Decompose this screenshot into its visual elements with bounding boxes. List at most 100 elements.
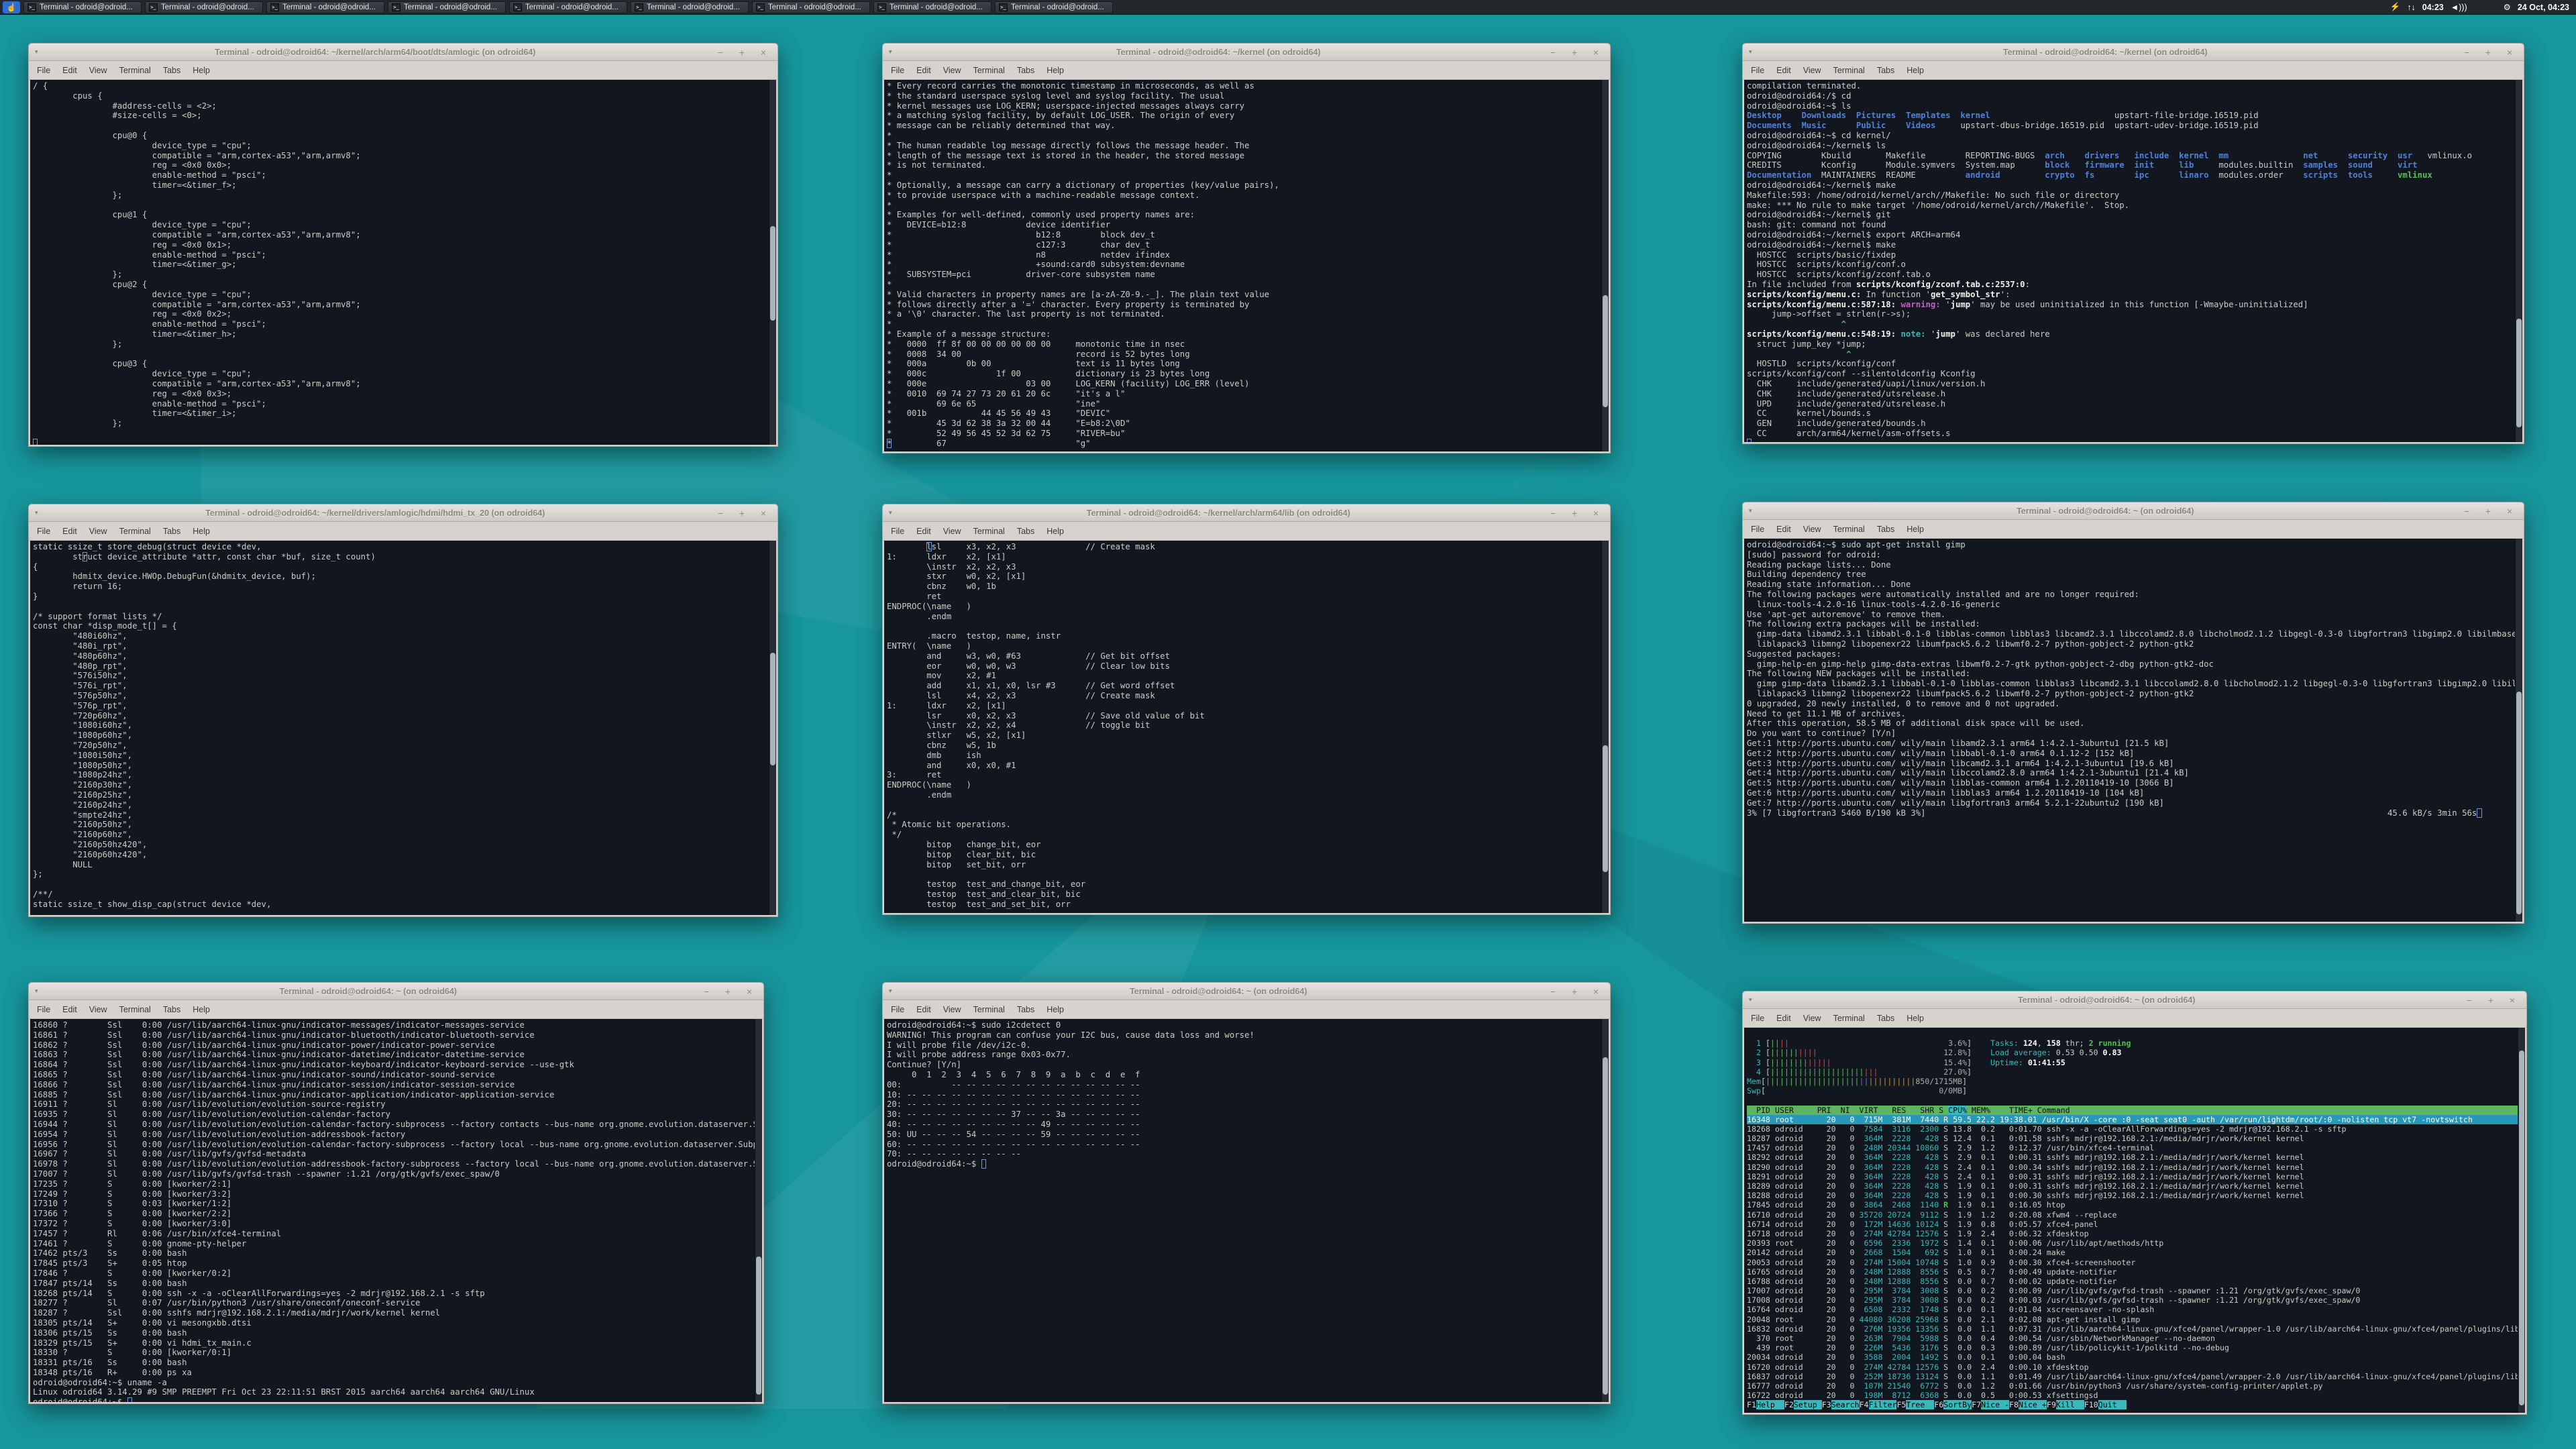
menu-tabs[interactable]: Tabs xyxy=(1011,64,1040,76)
menu-tabs[interactable]: Tabs xyxy=(1871,523,1900,535)
taskbar-button[interactable]: >_Terminal - odroid@odroid... xyxy=(266,1,384,13)
menu-terminal[interactable]: Terminal xyxy=(967,64,1011,76)
menu-help[interactable]: Help xyxy=(1900,64,1930,76)
menu-terminal[interactable]: Terminal xyxy=(113,1004,157,1016)
maximize-button[interactable]: + xyxy=(2480,47,2496,58)
maximize-button[interactable]: + xyxy=(1566,986,1582,997)
scrollbar-thumb[interactable] xyxy=(2516,692,2522,914)
volume-icon[interactable]: ◄))) xyxy=(2451,3,2467,12)
close-button[interactable]: × xyxy=(2502,506,2518,517)
menu-view[interactable]: View xyxy=(1797,64,1827,76)
scrollbar-thumb[interactable] xyxy=(770,226,775,321)
menu-edit[interactable]: Edit xyxy=(910,1004,937,1016)
scrollbar[interactable] xyxy=(755,1019,762,1402)
menu-terminal[interactable]: Terminal xyxy=(1827,1012,1871,1024)
close-button[interactable]: × xyxy=(1588,986,1604,997)
menu-view[interactable]: View xyxy=(937,1004,967,1016)
menu-help[interactable]: Help xyxy=(1900,1012,1930,1024)
scrollbar[interactable] xyxy=(2518,1028,2525,1413)
menu-tabs[interactable]: Tabs xyxy=(1871,64,1900,76)
titlebar[interactable]: ▾Terminal - odroid@odroid64: ~/kernel/ar… xyxy=(883,504,1610,522)
menu-edit[interactable]: Edit xyxy=(56,525,83,537)
menu-terminal[interactable]: Terminal xyxy=(1827,64,1871,76)
close-button[interactable]: × xyxy=(755,508,771,519)
minimize-button[interactable]: − xyxy=(1545,986,1561,997)
scrollbar-thumb[interactable] xyxy=(756,1256,761,1395)
terminal-screen[interactable]: compilation terminated.odroid@odroid64:/… xyxy=(1744,80,2522,442)
menu-edit[interactable]: Edit xyxy=(910,64,937,76)
window-menu-icon[interactable]: ▾ xyxy=(35,509,38,517)
menu-file[interactable]: File xyxy=(1745,1012,1770,1024)
minimize-button[interactable]: − xyxy=(712,508,729,519)
terminal-screen[interactable]: odroid@odroid64:~$ sudo i2cdetect 0WARNI… xyxy=(884,1019,1609,1402)
menu-tabs[interactable]: Tabs xyxy=(157,64,186,76)
titlebar[interactable]: ▾Terminal - odroid@odroid64: ~ (on odroi… xyxy=(883,983,1610,1000)
menu-view[interactable]: View xyxy=(1797,1012,1827,1024)
window-menu-icon[interactable]: ▾ xyxy=(889,48,892,56)
menu-view[interactable]: View xyxy=(1797,523,1827,535)
window-menu-icon[interactable]: ▾ xyxy=(35,48,38,56)
titlebar[interactable]: ▾Terminal - odroid@odroid64: ~/kernel/dr… xyxy=(29,504,777,522)
minimize-button[interactable]: − xyxy=(2459,506,2475,517)
minimize-button[interactable]: − xyxy=(1545,508,1561,519)
terminal-screen[interactable]: static ssize_t store_debug(struct device… xyxy=(30,541,776,915)
scrollbar-thumb[interactable] xyxy=(2516,319,2522,427)
menu-edit[interactable]: Edit xyxy=(56,1004,83,1016)
menu-file[interactable]: File xyxy=(885,1004,910,1016)
menu-view[interactable]: View xyxy=(937,64,967,76)
window-menu-icon[interactable]: ▾ xyxy=(1749,48,1752,56)
menu-tabs[interactable]: Tabs xyxy=(1871,1012,1900,1024)
scrollbar[interactable] xyxy=(769,80,776,445)
titlebar[interactable]: ▾Terminal - odroid@odroid64: ~ (on odroi… xyxy=(1743,991,2526,1009)
close-button[interactable]: × xyxy=(755,47,771,58)
maximize-button[interactable]: + xyxy=(1566,47,1582,58)
minimize-button[interactable]: − xyxy=(1545,47,1561,58)
window-menu-icon[interactable]: ▾ xyxy=(889,987,892,995)
menu-view[interactable]: View xyxy=(937,525,967,537)
taskbar-button[interactable]: >_Terminal - odroid@odroid... xyxy=(995,1,1113,13)
menu-help[interactable]: Help xyxy=(1040,1004,1070,1016)
menu-file[interactable]: File xyxy=(885,64,910,76)
maximize-button[interactable]: + xyxy=(734,508,750,519)
window-menu-icon[interactable]: ▾ xyxy=(889,509,892,517)
terminal-screen[interactable]: * Every record carries the monotonic tim… xyxy=(884,80,1609,451)
taskbar-button[interactable]: >_Terminal - odroid@odroid... xyxy=(145,1,263,13)
menu-help[interactable]: Help xyxy=(1040,64,1070,76)
menu-tabs[interactable]: Tabs xyxy=(1011,1004,1040,1016)
menu-edit[interactable]: Edit xyxy=(1770,1012,1797,1024)
scrollbar-thumb[interactable] xyxy=(2519,1051,2524,1405)
window-menu-icon[interactable]: ▾ xyxy=(1749,507,1752,515)
menu-view[interactable]: View xyxy=(83,64,113,76)
menu-terminal[interactable]: Terminal xyxy=(113,525,157,537)
maximize-button[interactable]: + xyxy=(1566,508,1582,519)
menu-help[interactable]: Help xyxy=(1900,523,1930,535)
scrollbar[interactable] xyxy=(2515,539,2522,922)
close-button[interactable]: × xyxy=(2502,47,2518,58)
terminal-screen[interactable]: 1 [|||| 3.6%] Tasks: 124, 158 thr; 2 run… xyxy=(1744,1028,2525,1413)
scrollbar-thumb[interactable] xyxy=(1603,1057,1608,1394)
applications-menu-icon[interactable]: ☝ xyxy=(3,1,20,13)
titlebar[interactable]: ▾Terminal - odroid@odroid64: ~/kernel/ar… xyxy=(29,44,777,61)
menu-help[interactable]: Help xyxy=(186,525,216,537)
window-menu-icon[interactable]: ▾ xyxy=(1749,996,1752,1004)
close-button[interactable]: × xyxy=(1588,47,1604,58)
taskbar-button[interactable]: >_Terminal - odroid@odroid... xyxy=(873,1,991,13)
taskbar-button[interactable]: >_Terminal - odroid@odroid... xyxy=(509,1,627,13)
scrollbar[interactable] xyxy=(1601,1019,1609,1402)
scrollbar-thumb[interactable] xyxy=(1603,295,1608,407)
menu-tabs[interactable]: Tabs xyxy=(157,525,186,537)
menu-terminal[interactable]: Terminal xyxy=(113,64,157,76)
menu-file[interactable]: File xyxy=(1745,64,1770,76)
scrollbar[interactable] xyxy=(1601,541,1609,913)
menu-tabs[interactable]: Tabs xyxy=(157,1004,186,1016)
terminal-screen[interactable]: lsl x3, x2, x3 // Create mask1: ldxr x2,… xyxy=(884,541,1609,913)
close-button[interactable]: × xyxy=(2504,995,2520,1006)
maximize-button[interactable]: + xyxy=(2483,995,2499,1006)
minimize-button[interactable]: − xyxy=(2461,995,2477,1006)
close-button[interactable]: × xyxy=(1588,508,1604,519)
taskbar-button[interactable]: >_Terminal - odroid@odroid... xyxy=(752,1,870,13)
menu-terminal[interactable]: Terminal xyxy=(967,525,1011,537)
taskbar-button[interactable]: >_Terminal - odroid@odroid... xyxy=(23,1,142,13)
taskbar-button[interactable]: >_Terminal - odroid@odroid... xyxy=(388,1,506,13)
terminal-screen[interactable]: 16860 ? Ssl 0:00 /usr/lib/aarch64-linux-… xyxy=(30,1019,762,1402)
